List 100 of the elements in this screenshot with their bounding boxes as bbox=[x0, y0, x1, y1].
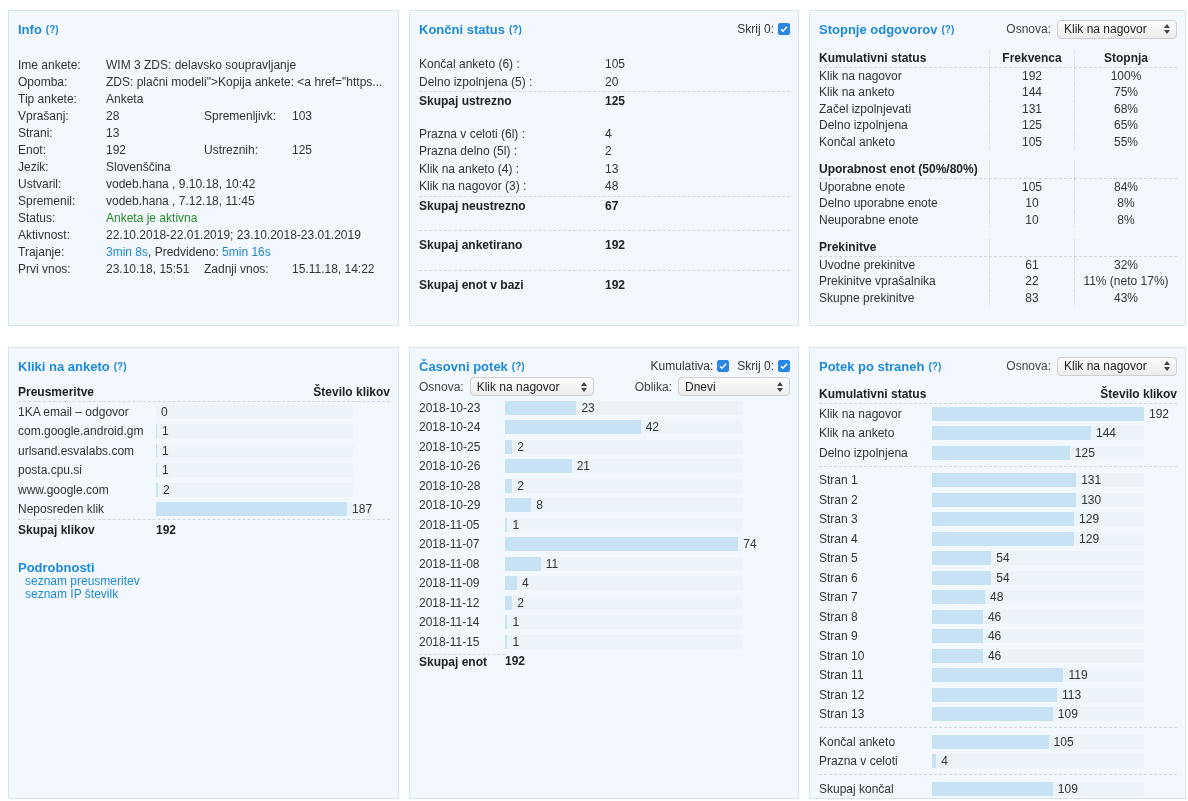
help-link[interactable]: (?) bbox=[941, 23, 955, 35]
status-label: Delno izpolnjena (5) : bbox=[419, 73, 534, 91]
total-label: Skupaj anketirano bbox=[419, 237, 524, 254]
checkbox[interactable] bbox=[778, 360, 790, 372]
status-label: Prazna delno (5l) : bbox=[419, 143, 519, 160]
checkbox[interactable] bbox=[717, 360, 730, 372]
bar-value: 187 bbox=[352, 502, 373, 517]
table-cell: 32% bbox=[1114, 256, 1138, 273]
field-label: Spremenil: bbox=[18, 193, 77, 210]
table-cell: 83 bbox=[1025, 289, 1039, 306]
field-value: 125 bbox=[292, 142, 314, 159]
field-label: Status: bbox=[18, 210, 57, 227]
table-cell: 75% bbox=[1114, 84, 1138, 101]
table-cell: 43% bbox=[1114, 289, 1138, 306]
column-header: Kumulativni status bbox=[819, 386, 927, 403]
field-value: Anketa bbox=[106, 92, 144, 106]
status-label: Končal anketo bbox=[819, 734, 897, 749]
status-label: Klik na nagovor (3) : bbox=[419, 178, 528, 195]
field-value: vodeb.hana , 9.10.18, 10:42 bbox=[106, 177, 256, 191]
help-link[interactable]: (?) bbox=[508, 23, 522, 35]
table-cell-text: Uvodne prekinitve bbox=[819, 256, 917, 273]
checkbox-label: Skrij 0: bbox=[737, 22, 774, 36]
help-link[interactable]: (?) bbox=[928, 360, 942, 372]
bar-value: 2 bbox=[517, 439, 524, 454]
table-cell-text: Začel izpolnjevati bbox=[819, 100, 913, 117]
bar-value: 46 bbox=[987, 648, 1002, 663]
bar-value: 2 bbox=[517, 595, 524, 610]
field-value: Slovenščina bbox=[106, 160, 171, 174]
bar-value: 11 bbox=[545, 556, 559, 571]
status-count: 48 bbox=[605, 178, 619, 195]
field-label: Vprašanj: bbox=[18, 108, 70, 125]
date-label: 2018-11-15 bbox=[419, 634, 481, 649]
date-label: 2018-10-26 bbox=[419, 459, 482, 474]
help-link[interactable]: (?) bbox=[511, 360, 525, 372]
total-count: 125 bbox=[605, 93, 626, 110]
bar-value: 42 bbox=[645, 420, 659, 435]
field-value: 28 bbox=[106, 109, 120, 123]
table-cell-text: Delno uporabne enote bbox=[819, 195, 939, 212]
table-cell: 55% bbox=[1114, 133, 1138, 150]
status-label: Klik na anketo (4) : bbox=[419, 160, 521, 178]
status-count: 2 bbox=[605, 143, 612, 160]
bar-value: 1 bbox=[512, 634, 520, 649]
bar-value: 130 bbox=[1081, 492, 1102, 507]
form-select[interactable]: Dnevi bbox=[678, 377, 790, 396]
status-label: Stran 3 bbox=[819, 512, 859, 527]
table-cell-text: Skupne prekinitve bbox=[819, 289, 916, 306]
field-label: Enot: bbox=[18, 142, 48, 159]
duration-link[interactable]: 5min 16s bbox=[222, 245, 271, 259]
select-label: Osnova: bbox=[1006, 22, 1051, 36]
table-cell: 11% (neto 17%) bbox=[1083, 273, 1169, 290]
checkbox-label: Kumulativa: bbox=[650, 359, 714, 373]
total-label: Skupaj neustrezno bbox=[419, 197, 527, 215]
table-cell: 8% bbox=[1117, 211, 1135, 228]
field-label: Trajanje: bbox=[18, 244, 66, 261]
bar-value: 113 bbox=[1062, 687, 1082, 702]
table-cell: 125 bbox=[1022, 117, 1042, 134]
bar-value: 4 bbox=[521, 576, 529, 591]
table-cell-text: Uporabne enote bbox=[819, 178, 907, 195]
bar-value: 1 bbox=[162, 463, 169, 478]
table-cell: 22 bbox=[1025, 273, 1039, 290]
bar-value: 46 bbox=[987, 629, 1002, 644]
details-link[interactable]: seznam IP številk bbox=[25, 587, 390, 601]
bar-value: 48 bbox=[990, 590, 1004, 605]
column-header: Frekvenca bbox=[1002, 50, 1062, 67]
column-header: Preusmeritve bbox=[18, 384, 95, 401]
field-label: Aktivnost: bbox=[18, 227, 72, 244]
bar-value: 46 bbox=[987, 609, 1002, 624]
table-cell-text: Delno izpolnjena bbox=[819, 117, 909, 134]
help-link[interactable]: (?) bbox=[45, 23, 59, 35]
date-label: 2018-10-24 bbox=[419, 420, 482, 435]
field-label: Zadnji vnos: bbox=[204, 261, 270, 278]
status-label: Prazna v celoti bbox=[819, 754, 899, 769]
source-label: com.google.android.gm bbox=[18, 424, 145, 439]
basis-select[interactable]: Klik na nagovor bbox=[1057, 356, 1177, 376]
total-count: 192 bbox=[605, 276, 626, 294]
status-value: Anketa je aktivna bbox=[106, 211, 198, 225]
table-cell-text: Neuporabne enote bbox=[819, 211, 920, 228]
column-header: Stopnja bbox=[1104, 50, 1148, 67]
date-label: 2018-10-28 bbox=[419, 478, 482, 493]
basis-select[interactable]: Klik na nagovor bbox=[1057, 19, 1177, 39]
date-label: 2018-10-25 bbox=[419, 439, 482, 454]
details-link[interactable]: seznam preusmeritev bbox=[25, 574, 390, 588]
date-label: 2018-11-12 bbox=[419, 595, 481, 610]
status-label: Stran 9 bbox=[819, 629, 859, 644]
select-label: Oblika: bbox=[634, 379, 672, 394]
date-label: 2018-11-07 bbox=[419, 537, 481, 552]
bar-value: 192 bbox=[1149, 406, 1170, 421]
field-label: Ime ankete: bbox=[18, 57, 82, 74]
bar-value: 131 bbox=[1081, 473, 1102, 488]
status-count: 13 bbox=[605, 160, 619, 178]
basis-select[interactable]: Klik na nagovor bbox=[469, 377, 594, 396]
checkbox[interactable] bbox=[778, 23, 790, 35]
section-heading: Uporabnost enot (50%/80%) bbox=[819, 161, 979, 178]
table-cell: 10 bbox=[1025, 195, 1039, 212]
help-link[interactable]: (?) bbox=[113, 360, 127, 372]
bar-value: 0 bbox=[161, 404, 168, 419]
column-header: Število klikov bbox=[1100, 385, 1177, 403]
status-label: Stran 13 bbox=[819, 707, 866, 722]
total-label: Skupaj klikov bbox=[18, 522, 96, 537]
updown-icon bbox=[1164, 361, 1170, 371]
